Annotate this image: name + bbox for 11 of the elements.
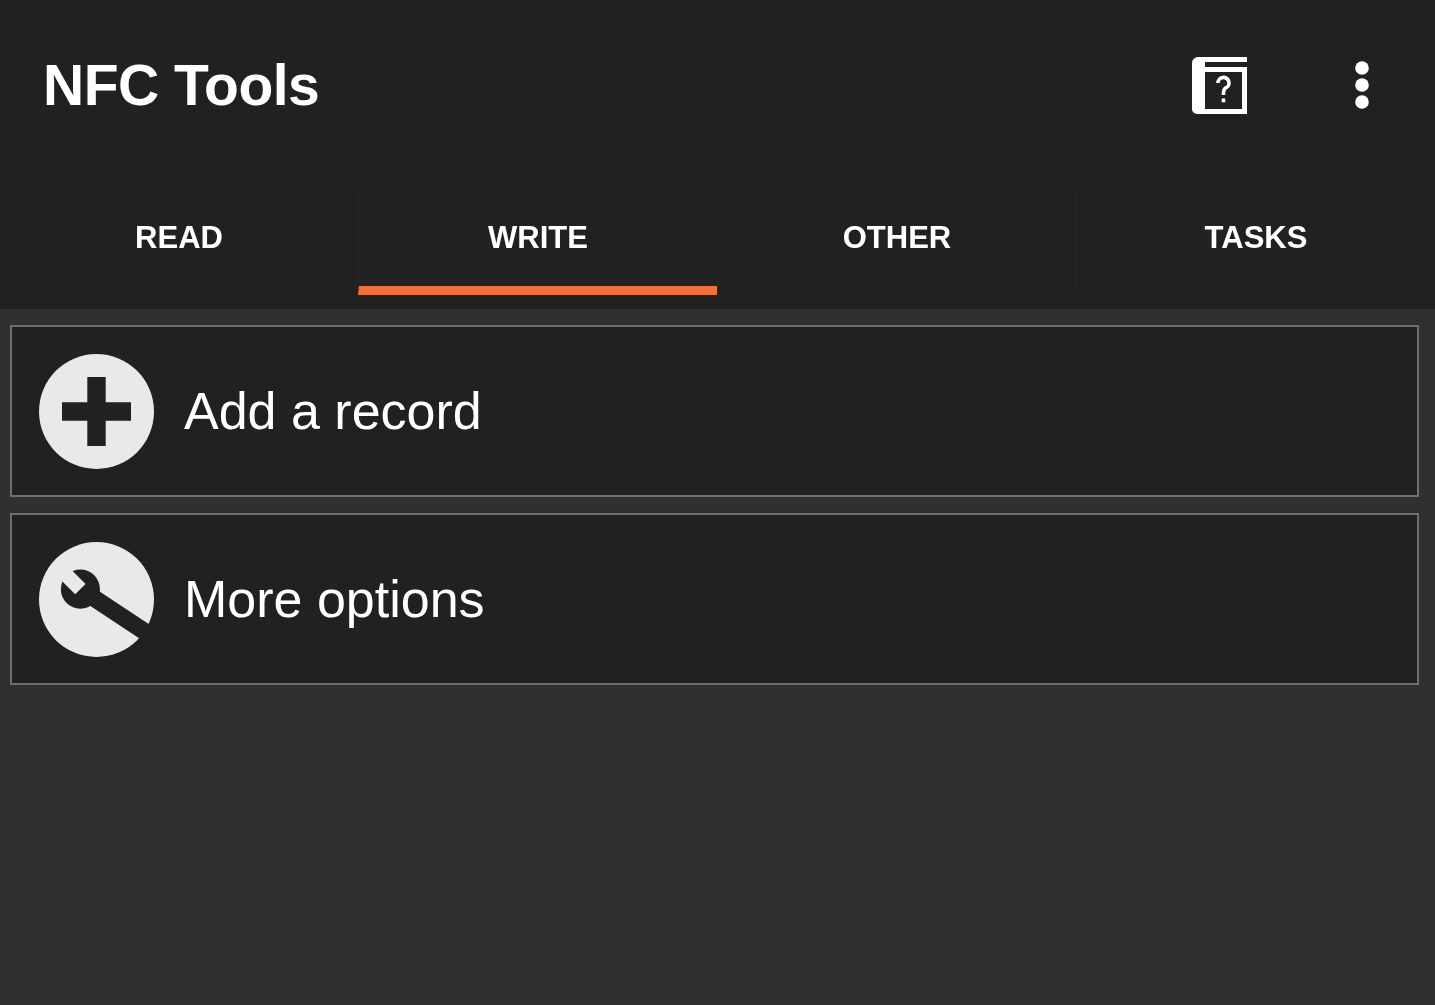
option-card[interactable]: More options (10, 513, 1419, 685)
plus-icon (39, 353, 154, 469)
option-card[interactable]: Add a record (10, 325, 1419, 497)
tab[interactable]: WRITE (358, 190, 717, 295)
app-title: NFC Tools (43, 52, 321, 118)
help-book-icon[interactable] (1192, 56, 1247, 114)
wrench-icon (39, 541, 154, 657)
menu-icon[interactable] (1354, 61, 1370, 109)
tab[interactable]: OTHER (717, 190, 1076, 295)
tab[interactable]: READ (0, 190, 358, 295)
tab[interactable]: TASKS (1076, 190, 1435, 295)
